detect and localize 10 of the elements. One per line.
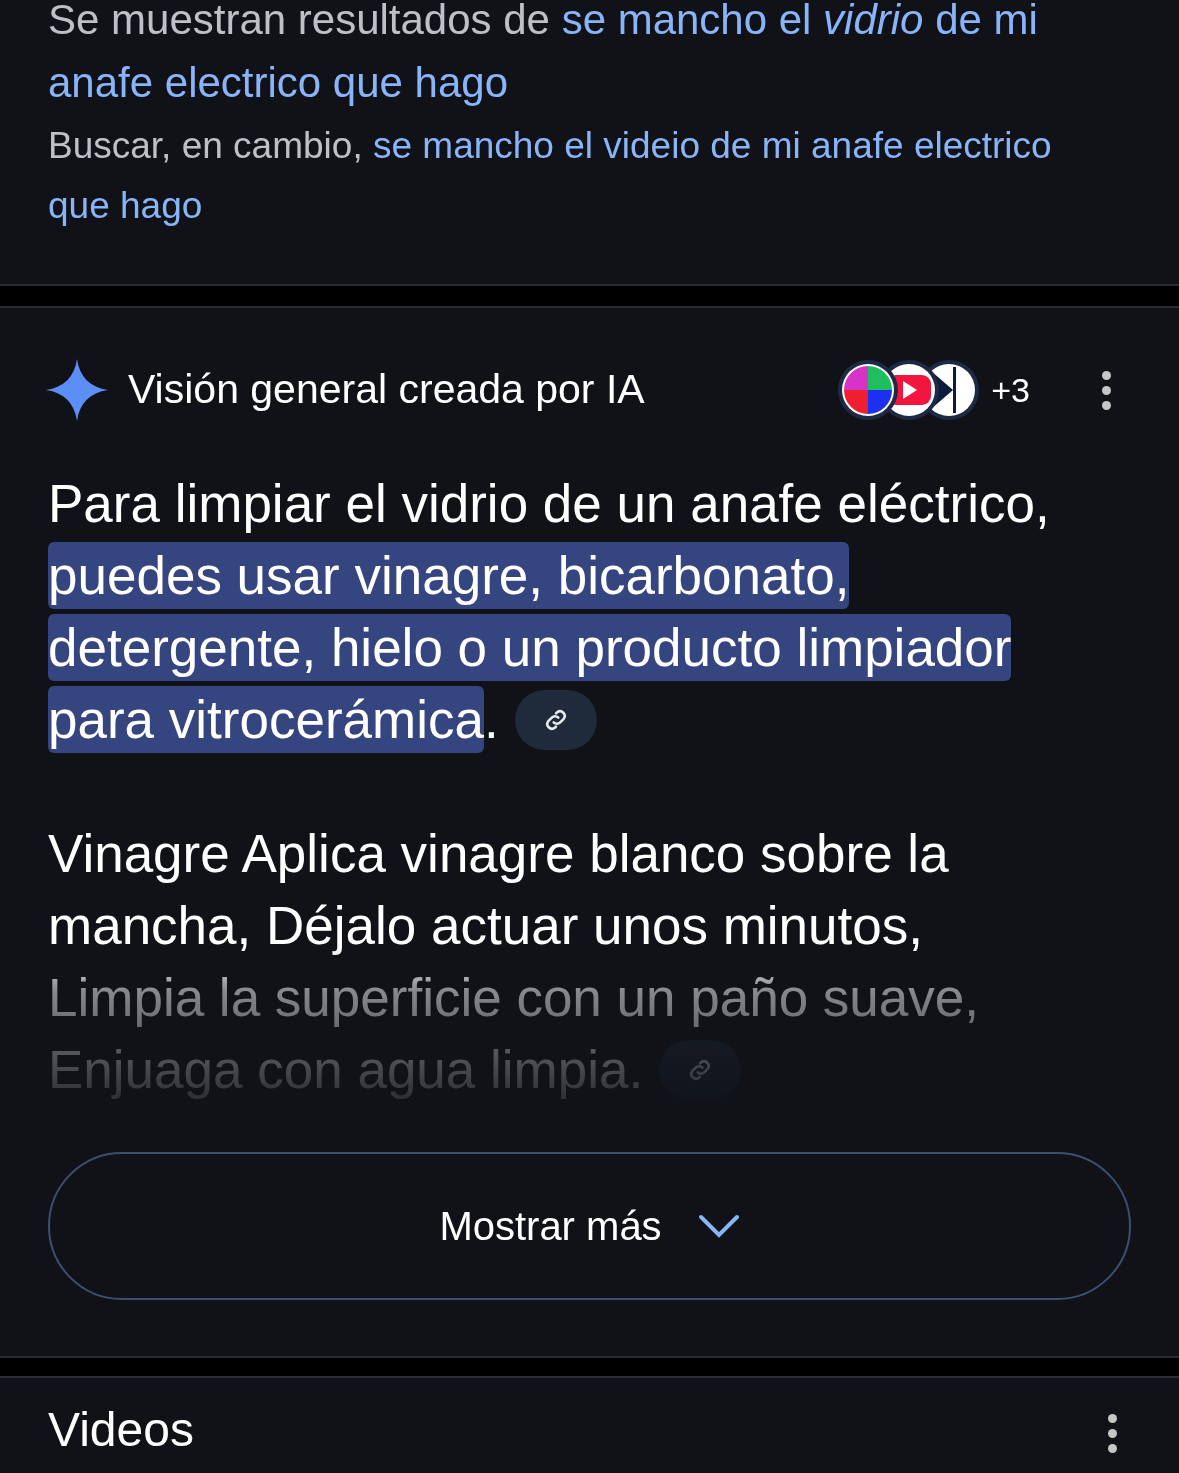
ai-overview-title: Visión general creada por IA [128,365,645,415]
videos-heading: Videos [48,1402,194,1458]
sparkle-icon [46,359,108,421]
more-options-icon[interactable] [1108,1414,1117,1453]
search-instead-notice: Buscar, en cambio, se mancho el videio de mi anafe electrico que hago [48,124,1053,228]
more-options-icon[interactable] [1102,370,1111,410]
more-sources-count: +3 [991,369,1030,411]
show-more-button[interactable]: Mostrar más [48,1152,1131,1300]
chevron-down-icon [697,1213,740,1239]
spelling-correction-notice: Se muestran resultados de se mancho el vidrio de mi anafe electrico que hago [48,0,1039,108]
